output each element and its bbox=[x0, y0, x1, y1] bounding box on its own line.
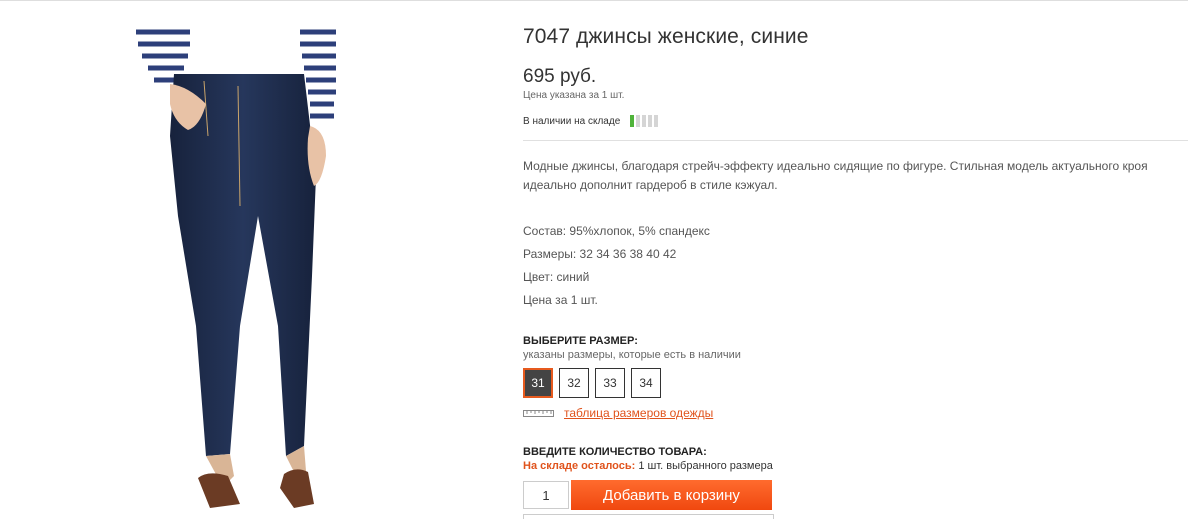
jeans-model-image bbox=[136, 26, 336, 508]
product-price: 695 руб. bbox=[523, 66, 597, 87]
spec-color: Цвет: синий bbox=[523, 270, 590, 284]
stock-level-indicator bbox=[630, 115, 659, 127]
size-option[interactable]: 34 bbox=[631, 368, 661, 398]
info-divider bbox=[523, 140, 1188, 141]
product-info: 7047 джинсы женские, синие 695 руб. Цена… bbox=[523, 0, 1188, 519]
size-option[interactable]: 32 bbox=[559, 368, 589, 398]
size-table-row: таблица размеров одежды bbox=[523, 406, 713, 420]
stock-left-label: На складе осталось: bbox=[523, 460, 636, 472]
quantity-heading: ВВЕДИТЕ КОЛИЧЕСТВО ТОВАРА: bbox=[523, 446, 707, 458]
stock-bar bbox=[630, 115, 635, 127]
stock-bar bbox=[642, 115, 647, 127]
product-description: Модные джинсы, благодаря стрейч-эффекту … bbox=[523, 159, 1148, 192]
size-options: 31 32 33 34 bbox=[523, 368, 661, 398]
spec-composition: Состав: 95%хлопок, 5% спандекс bbox=[523, 224, 710, 238]
stock-label: В наличии на складе bbox=[523, 115, 621, 127]
quantity-input[interactable] bbox=[523, 481, 569, 509]
secondary-box-edge bbox=[523, 514, 774, 519]
stock-bar bbox=[654, 115, 659, 127]
size-table-link[interactable]: таблица размеров одежды bbox=[564, 406, 713, 420]
stock-left-text: 1 шт. выбранного размера bbox=[635, 460, 773, 472]
size-option[interactable]: 33 bbox=[595, 368, 625, 398]
size-select-hint: указаны размеры, которые есть в наличии bbox=[523, 349, 741, 361]
spec-price-per: Цена за 1 шт. bbox=[523, 293, 598, 307]
size-select-heading: ВЫБЕРИТЕ РАЗМЕР: bbox=[523, 335, 638, 347]
product-title: 7047 джинсы женские, синие bbox=[523, 25, 809, 48]
spec-sizes: Размеры: 32 34 36 38 40 42 bbox=[523, 247, 677, 261]
ruler-icon bbox=[523, 409, 554, 417]
stock-bar bbox=[636, 115, 641, 127]
product-photo[interactable] bbox=[108, 26, 358, 510]
add-to-cart-button[interactable]: Добавить в корзину bbox=[571, 480, 772, 510]
stock-status: В наличии на складе bbox=[523, 115, 659, 127]
stock-bar bbox=[648, 115, 653, 127]
price-note: Цена указана за 1 шт. bbox=[523, 90, 625, 101]
size-option[interactable]: 31 bbox=[523, 368, 553, 398]
stock-left-info: На складе осталось: 1 шт. выбранного раз… bbox=[523, 460, 773, 472]
